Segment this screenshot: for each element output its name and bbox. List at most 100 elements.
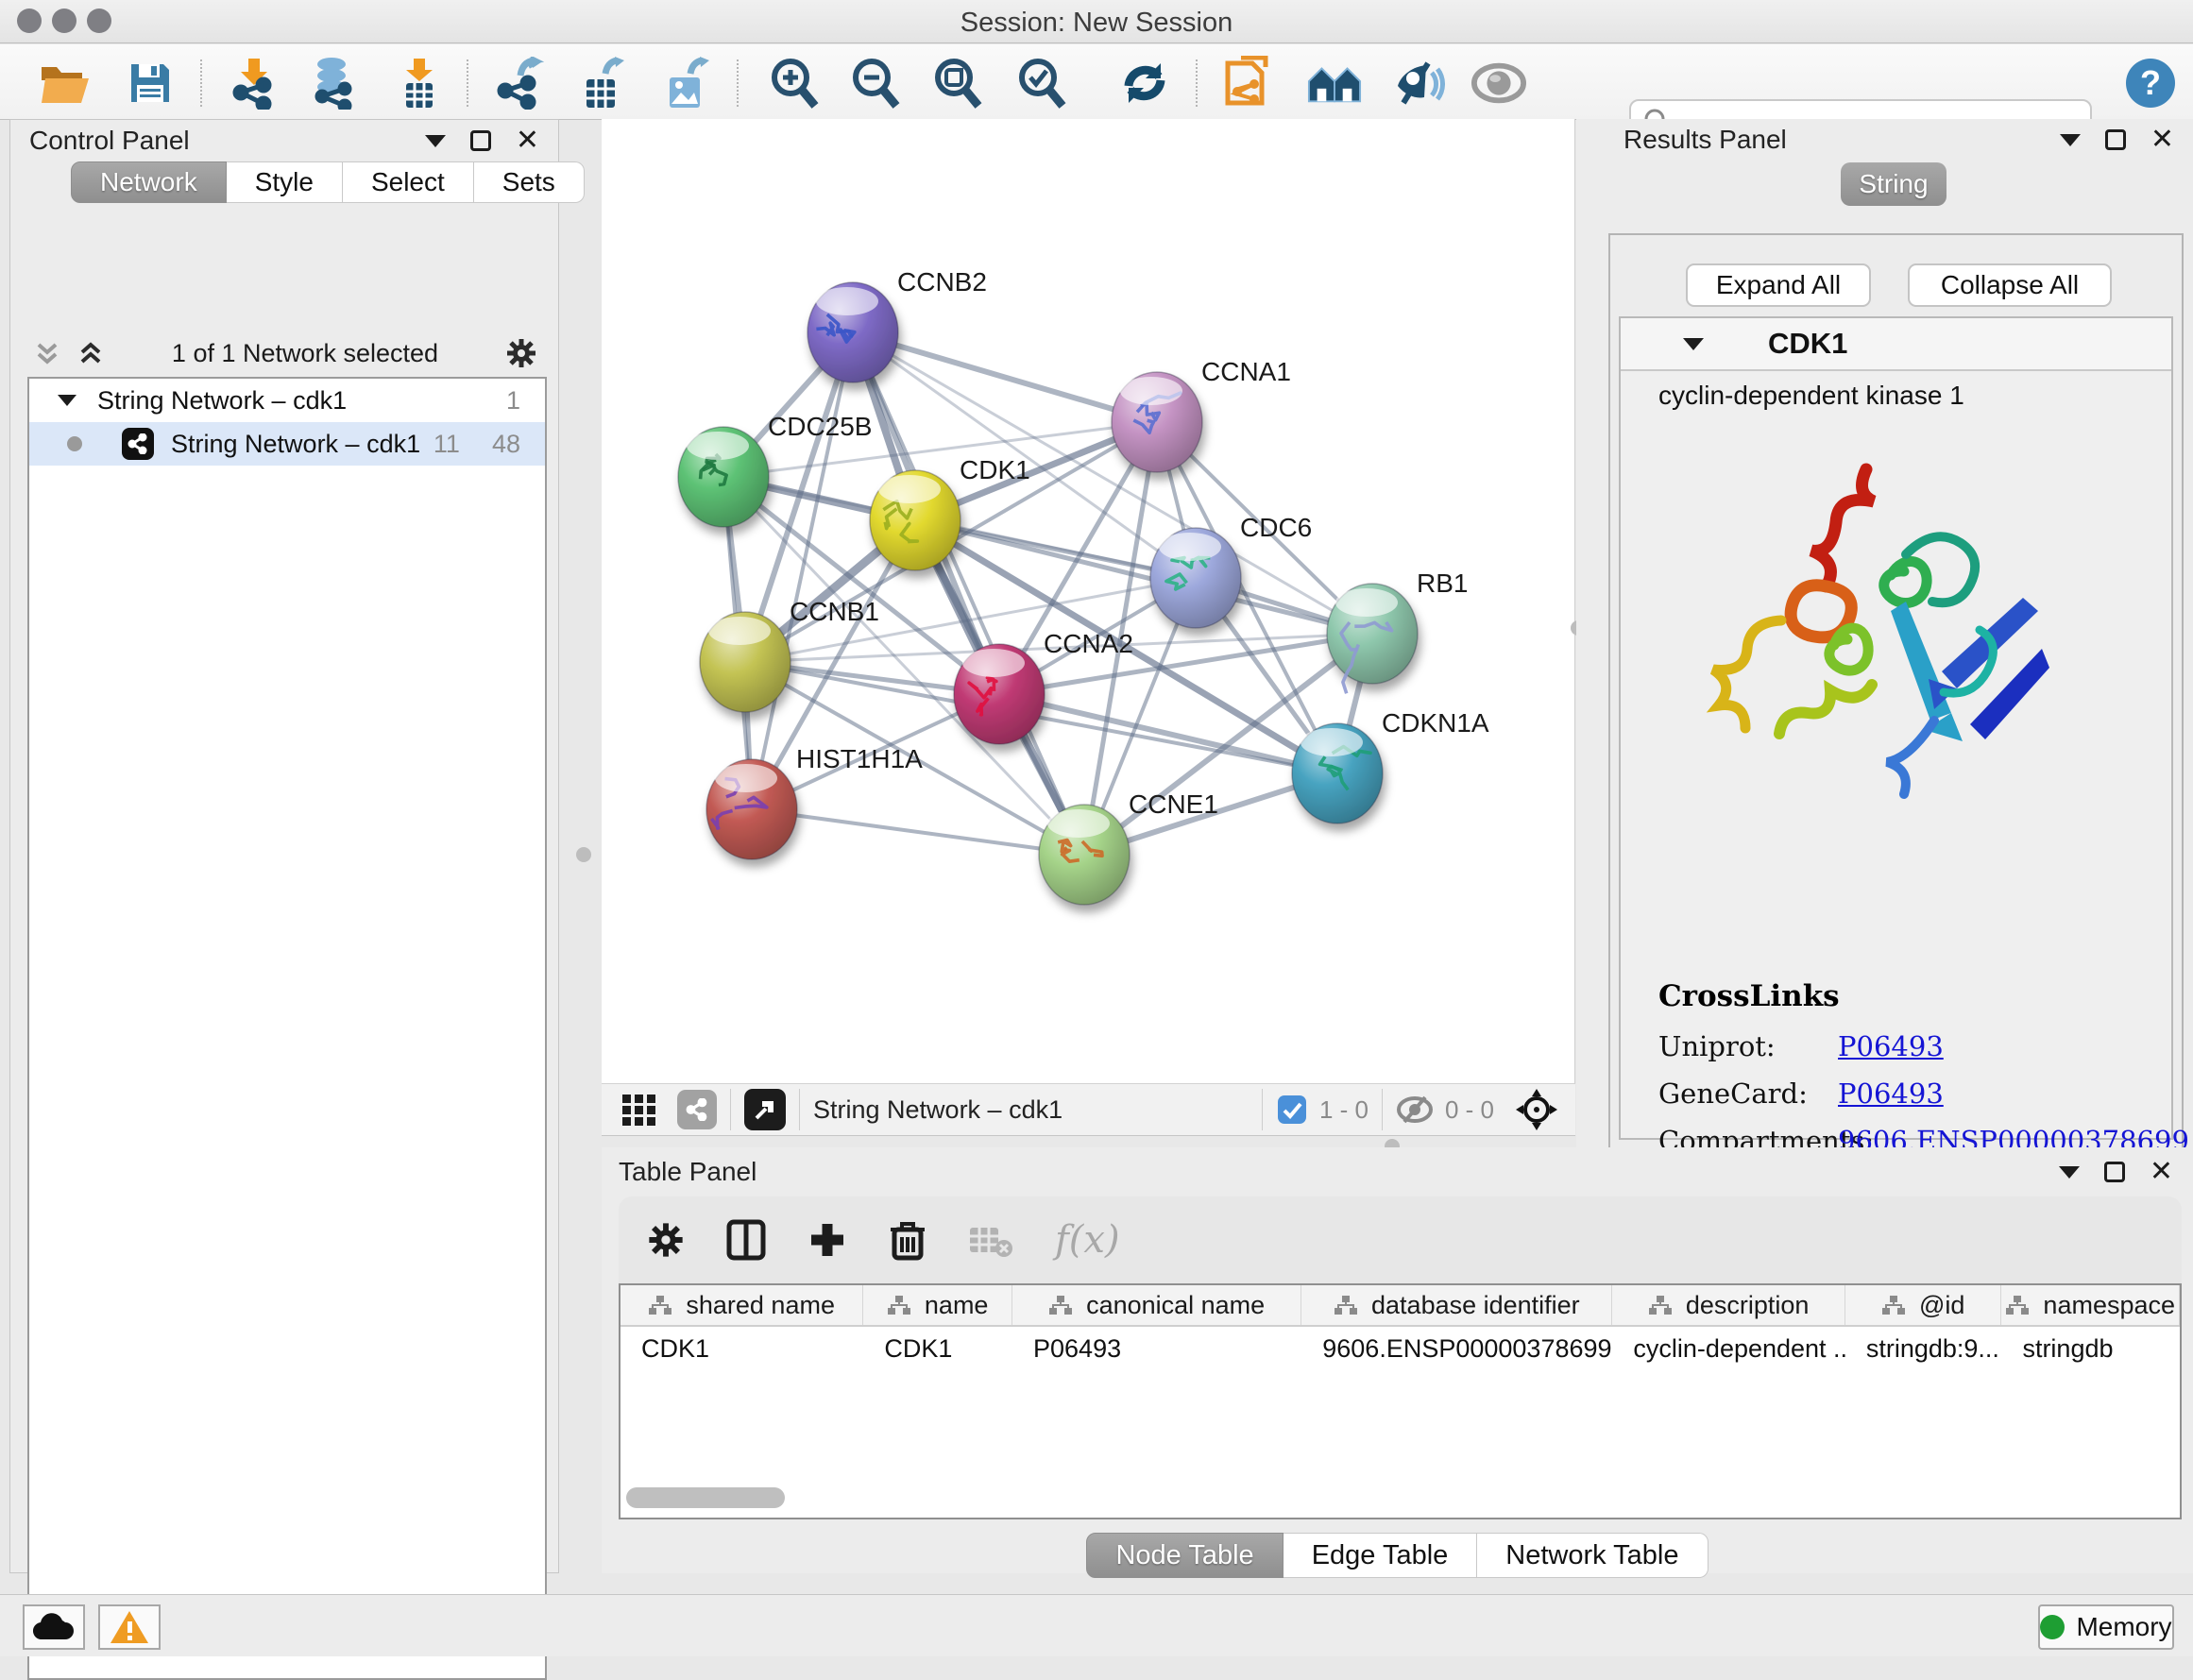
protein-section-header[interactable]: CDK1: [1621, 318, 2171, 371]
results-panel-title: Results Panel: [1624, 125, 1787, 155]
export-image-icon[interactable]: [657, 56, 712, 110]
cell-database-identifier[interactable]: 9606.ENSP00000378699: [1301, 1334, 1612, 1364]
table-row[interactable]: CDK1CDK1P064939606.ENSP00000378699cyclin…: [620, 1327, 2180, 1370]
fit-selected-crosshair-icon[interactable]: [1515, 1088, 1558, 1131]
edge-CCNB2-CCNE1[interactable]: [853, 332, 1084, 855]
node-HIST1H1A[interactable]: HIST1H1A: [706, 744, 923, 859]
tab-network[interactable]: Network: [71, 161, 227, 203]
cell-canonical-name[interactable]: P06493: [1012, 1334, 1301, 1364]
column-header--id[interactable]: @id: [1845, 1285, 2002, 1325]
memory-button[interactable]: Memory: [2038, 1604, 2174, 1650]
table-horizontal-scrollbar[interactable]: [626, 1487, 785, 1508]
close-panel-icon[interactable]: ✕: [2150, 129, 2174, 150]
import-network-database-icon[interactable]: [306, 56, 361, 110]
node-label-CDC25B: CDC25B: [768, 412, 872, 441]
cell-namespace[interactable]: stringdb: [2001, 1334, 2180, 1364]
import-network-file-icon[interactable]: [227, 56, 281, 110]
tab-style[interactable]: Style: [227, 161, 343, 203]
close-panel-icon[interactable]: ✕: [2150, 1162, 2173, 1182]
float-panel-icon[interactable]: [470, 130, 491, 151]
node-label-RB1: RB1: [1417, 568, 1468, 598]
add-column-icon[interactable]: [808, 1220, 847, 1260]
expand-all-icon[interactable]: [76, 339, 105, 367]
node-CDKN1A[interactable]: CDKN1A: [1292, 708, 1489, 823]
cell--id[interactable]: stringdb:9...: [1845, 1334, 2002, 1364]
float-panel-icon[interactable]: [2104, 1162, 2125, 1182]
tab-select[interactable]: Select: [343, 161, 474, 203]
current-network-dot-icon: [67, 436, 82, 451]
export-table-icon[interactable]: [574, 56, 629, 110]
birdseye-grid-icon[interactable]: [620, 1091, 658, 1128]
column-header-database-identifier[interactable]: database identifier: [1301, 1285, 1612, 1325]
node-CCNB1[interactable]: CCNB1: [700, 597, 879, 712]
uniprot-link[interactable]: P06493: [1838, 1030, 1944, 1062]
delete-column-icon[interactable]: [889, 1218, 926, 1262]
hide-eye-icon[interactable]: [1390, 56, 1445, 110]
panel-menu-icon[interactable]: [2060, 134, 2081, 146]
homes-icon[interactable]: [1307, 56, 1362, 110]
panel-menu-icon[interactable]: [425, 135, 446, 147]
node-CCNE1[interactable]: CCNE1: [1039, 789, 1218, 905]
cell-name[interactable]: CDK1: [863, 1334, 1012, 1364]
column-header-shared-name[interactable]: shared name: [620, 1285, 863, 1325]
node-label-CCNA1: CCNA1: [1201, 357, 1291, 386]
zoom-fit-icon[interactable]: [930, 56, 985, 110]
column-header-namespace[interactable]: namespace: [2001, 1285, 2180, 1325]
float-panel-icon[interactable]: [2105, 129, 2126, 150]
left-splitter-handle[interactable]: [576, 847, 591, 862]
cloud-button[interactable]: [23, 1604, 85, 1650]
tab-network-table[interactable]: Network Table: [1477, 1533, 1708, 1578]
network-canvas[interactable]: CCNB2CCNA1CDC25BCDK1CDC6RB1CCNB1CCNA2CDK…: [602, 119, 1575, 1083]
open-in-window-icon[interactable]: [744, 1089, 786, 1130]
control-panel-title: Control Panel: [29, 126, 190, 156]
zoom-selected-icon[interactable]: [1014, 56, 1069, 110]
edge-CCNB2-CCNA1[interactable]: [853, 332, 1157, 422]
toolbar-separator: [200, 59, 202, 107]
column-header-canonical-name[interactable]: canonical name: [1012, 1285, 1301, 1325]
section-expander-icon[interactable]: [1683, 338, 1704, 350]
panel-menu-icon[interactable]: [2059, 1166, 2080, 1179]
close-panel-icon[interactable]: ✕: [516, 130, 539, 151]
expand-all-button[interactable]: Expand All: [1686, 263, 1871, 307]
zoom-out-icon[interactable]: [848, 56, 903, 110]
open-folder-icon[interactable]: [38, 56, 93, 110]
share-file-icon[interactable]: [1222, 56, 1277, 110]
collapse-all-button[interactable]: Collapse All: [1908, 263, 2112, 307]
export-network-icon[interactable]: [491, 56, 546, 110]
column-type-icon: [648, 1295, 672, 1315]
import-table-icon[interactable]: [392, 56, 447, 110]
network-row-selected[interactable]: String Network – cdk1 11 48: [29, 422, 545, 466]
select-columns-icon[interactable]: [726, 1219, 766, 1261]
save-session-icon[interactable]: [123, 56, 178, 110]
toolbar-separator: [737, 59, 739, 107]
tab-node-table[interactable]: Node Table: [1086, 1533, 1283, 1578]
edge-CCNB2-HIST1H1A[interactable]: [752, 332, 853, 809]
cell-description[interactable]: cyclin-dependent ...: [1612, 1334, 1844, 1364]
node-RB1[interactable]: RB1: [1327, 568, 1468, 693]
string-view-icon[interactable]: [677, 1090, 717, 1129]
column-header-description[interactable]: description: [1612, 1285, 1844, 1325]
collection-expander-icon[interactable]: [58, 395, 76, 406]
collapse-all-icon[interactable]: [33, 339, 61, 367]
column-type-icon: [1048, 1295, 1073, 1315]
cell-shared-name[interactable]: CDK1: [620, 1334, 863, 1364]
network-collection-row[interactable]: String Network – cdk1 1: [29, 379, 545, 422]
tab-sets[interactable]: Sets: [474, 161, 585, 203]
help-icon[interactable]: ?: [2123, 56, 2178, 110]
genecard-link[interactable]: P06493: [1838, 1078, 1944, 1110]
gray-eye-icon[interactable]: [1471, 56, 1526, 110]
edge-HIST1H1A-CCNE1[interactable]: [752, 809, 1084, 855]
node-CDK1[interactable]: CDK1: [870, 455, 1030, 570]
refresh-icon[interactable]: [1117, 56, 1172, 110]
warning-button[interactable]: [98, 1604, 161, 1650]
tab-string[interactable]: String: [1841, 162, 1946, 206]
protein-description: cyclin-dependent kinase 1: [1658, 381, 1964, 411]
column-header-name[interactable]: name: [863, 1285, 1012, 1325]
tab-edge-table[interactable]: Edge Table: [1284, 1533, 1478, 1578]
node-table[interactable]: shared namenamecanonical namedatabase id…: [619, 1283, 2182, 1519]
gear-icon[interactable]: [505, 337, 537, 369]
string-network-graph[interactable]: CCNB2CCNA1CDC25BCDK1CDC6RB1CCNB1CCNA2CDK…: [602, 119, 1575, 1083]
zoom-in-icon[interactable]: [767, 56, 822, 110]
node-CCNA1[interactable]: CCNA1: [1112, 357, 1291, 472]
table-gear-icon[interactable]: [647, 1221, 685, 1259]
